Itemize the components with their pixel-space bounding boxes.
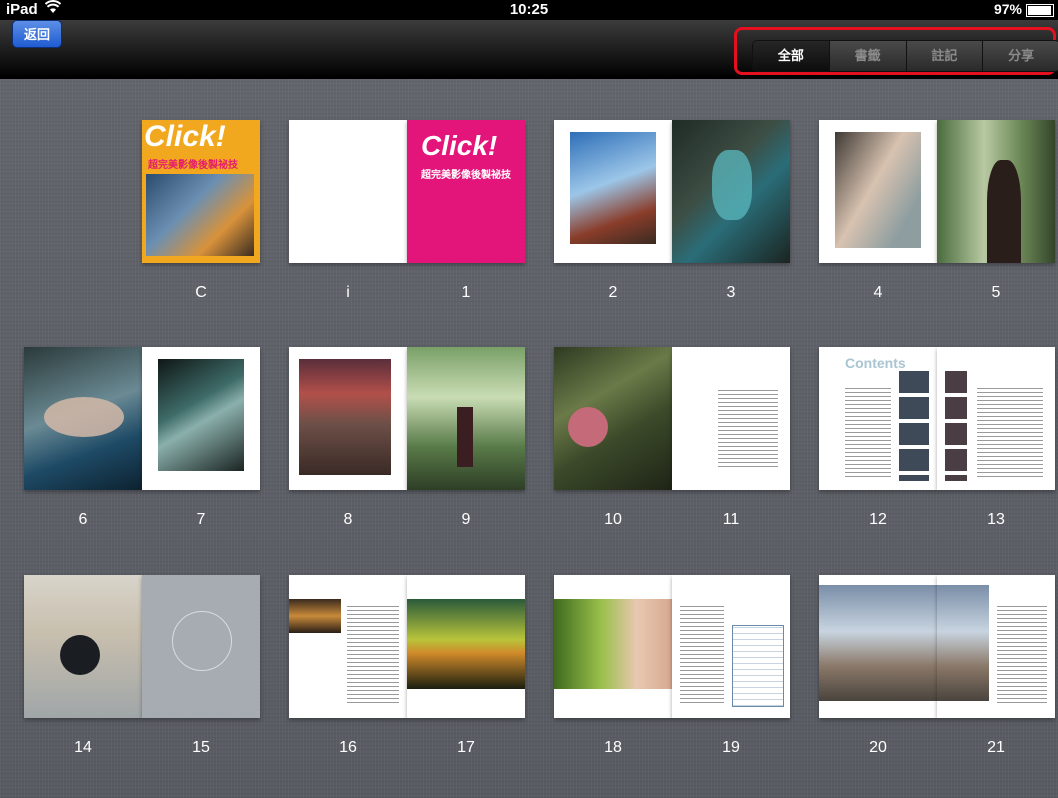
page-thumbnail[interactable] — [407, 575, 525, 718]
segment-notes[interactable]: 註記 — [905, 41, 983, 71]
page-label: 6 — [78, 511, 88, 528]
photo — [299, 359, 391, 475]
text-block — [347, 603, 399, 703]
page-label: 9 — [461, 511, 471, 528]
photo — [712, 150, 752, 220]
cover-title: Click! — [144, 120, 226, 153]
cover-title: Click! — [421, 130, 498, 161]
filter-segmented-control: 全部 書籤 註記 分享 — [752, 40, 1058, 72]
text-block — [718, 387, 778, 467]
page-thumbnail[interactable] — [819, 575, 937, 718]
page-thumbnail-cover[interactable]: Click! 超完美影像後製祕技 — [142, 120, 260, 263]
page-thumbnail[interactable] — [289, 120, 407, 263]
page-thumbnail[interactable]: Click! 超完美影像後製祕技 — [407, 120, 525, 263]
photo — [570, 132, 656, 244]
page-thumbnail[interactable]: Contents — [819, 347, 937, 490]
page-thumbnail[interactable] — [142, 575, 260, 718]
page-label: 17 — [457, 739, 475, 756]
cover-subtitle: 超完美影像後製祕技 — [421, 170, 511, 181]
text-block — [997, 603, 1047, 703]
photo — [407, 599, 525, 689]
page-thumbnail[interactable] — [672, 347, 790, 490]
page-thumbnail[interactable] — [407, 347, 525, 490]
page-label: C — [195, 284, 207, 301]
battery-icon — [1026, 4, 1054, 17]
page-thumbnail[interactable] — [142, 347, 260, 490]
cover-subtitle: 超完美影像後製祕技 — [148, 160, 238, 171]
page-thumbnail[interactable] — [554, 347, 672, 490]
text-block — [845, 387, 891, 477]
page-label: 16 — [339, 739, 357, 756]
back-button[interactable]: 返回 — [12, 20, 62, 48]
page-label: 5 — [991, 284, 1001, 301]
photo — [554, 599, 672, 689]
photo — [158, 359, 244, 471]
info-table — [732, 625, 784, 707]
page-thumbnail[interactable] — [937, 347, 1055, 490]
photo — [44, 397, 124, 437]
page-label: 19 — [722, 739, 740, 756]
text-block — [977, 387, 1043, 477]
page-thumbnail[interactable] — [554, 120, 672, 263]
page-label: 14 — [74, 739, 92, 756]
page-thumbnail[interactable] — [554, 575, 672, 718]
page-label: 18 — [604, 739, 622, 756]
decorative-circle — [172, 611, 232, 671]
clock: 10:25 — [509, 1, 549, 18]
status-bar: iPad 10:25 97% — [0, 0, 1058, 20]
segment-bookmarks[interactable]: 書籤 — [828, 41, 906, 71]
page-label: 21 — [987, 739, 1005, 756]
page-label: 20 — [869, 739, 887, 756]
page-thumbnail[interactable] — [672, 575, 790, 718]
page-thumbnail[interactable] — [819, 120, 937, 263]
page-label: 12 — [869, 511, 887, 528]
page-thumbnail[interactable] — [937, 575, 1055, 718]
page-label: 1 — [461, 284, 471, 301]
page-label: 4 — [873, 284, 883, 301]
battery-percent: 97% — [993, 1, 1022, 17]
page-label: 3 — [726, 284, 736, 301]
photo-strip — [899, 371, 929, 481]
page-thumbnail[interactable] — [24, 575, 142, 718]
page-label: 8 — [343, 511, 353, 528]
segment-share[interactable]: 分享 — [982, 41, 1058, 71]
segment-all[interactable]: 全部 — [753, 41, 829, 71]
photo — [60, 635, 100, 675]
photo — [568, 407, 608, 447]
text-block — [680, 603, 724, 703]
page-thumbnail[interactable] — [24, 347, 142, 490]
page-label: 7 — [196, 511, 206, 528]
page-label: 11 — [722, 511, 740, 528]
photo — [835, 132, 921, 248]
photo — [289, 599, 341, 633]
photo — [457, 407, 473, 467]
page-label: 13 — [987, 511, 1005, 528]
photo — [987, 160, 1021, 263]
page-label: 2 — [608, 284, 618, 301]
contents-title: Contents — [845, 355, 906, 371]
page-label: 15 — [192, 739, 210, 756]
page-thumbnail[interactable] — [289, 347, 407, 490]
photo — [937, 585, 989, 701]
page-label: i — [346, 284, 350, 301]
page-thumbnail[interactable] — [289, 575, 407, 718]
page-thumbnail[interactable] — [937, 120, 1055, 263]
page-label: 10 — [604, 511, 622, 528]
photo-strip — [945, 371, 967, 481]
cover-collage-image — [146, 174, 254, 256]
photo — [819, 585, 937, 701]
page-thumbnail[interactable] — [672, 120, 790, 263]
